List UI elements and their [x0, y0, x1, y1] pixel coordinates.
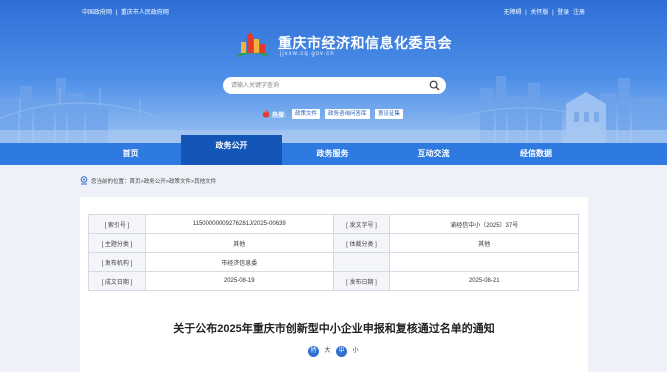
meta-value: 其他: [389, 233, 579, 253]
hot-chip-policy[interactable]: 政策文件: [292, 109, 321, 119]
emblem-logo-icon: [237, 32, 269, 58]
meta-value: [389, 252, 579, 272]
search-icon[interactable]: [429, 80, 440, 91]
font-size-small[interactable]: 小: [350, 346, 361, 357]
top-utility-bar: 中国政府网 | 重庆市人民政府网 无障碍 | 关怀版 | 登录 注册: [0, 7, 667, 19]
meta-key: [ 索引号 ]: [88, 214, 146, 234]
meta-key: [ 成文日期 ]: [88, 271, 146, 291]
meta-value: 2025-08-19: [144, 271, 334, 291]
site-title: 重庆市经济和信息化委员会: [278, 35, 452, 51]
nav-gov-affairs[interactable]: 政务公开: [181, 135, 282, 165]
font-size-medium[interactable]: 中: [336, 346, 347, 357]
meta-key: [ 主题分类 ]: [88, 233, 146, 253]
header-banner: [0, 0, 667, 143]
table-row: [ 成文日期 ] 2025-08-19 [ 发布日期 ] 2025-08-21: [88, 271, 579, 291]
link-accessibility[interactable]: 无障碍: [503, 10, 521, 16]
article-title: 关于公布2025年重庆市创新型中小企业申报和复核通过名单的通知: [173, 323, 495, 335]
main-nav: 首页 政务公开 政务服务 互动交流 经信数据: [0, 135, 667, 165]
font-size-extra-large[interactable]: 特: [308, 346, 319, 357]
link-gov-cn[interactable]: 中国政府网: [82, 10, 112, 16]
meta-value: 其他: [144, 233, 334, 253]
site-domain: jjxxw.cq.gov.cn: [280, 51, 335, 57]
meta-value: 2025-08-21: [389, 271, 579, 291]
table-row: [ 索引号 ] 11500000009276281J/2025-00639 [ …: [88, 214, 579, 234]
nav-gov-services[interactable]: 政务服务: [282, 143, 383, 165]
table-row: [ 发布机构 ] 市经济信息委: [88, 252, 579, 272]
meta-key: [ 发布日期 ]: [332, 271, 391, 291]
link-cq-gov[interactable]: 重庆市人民政府网: [121, 10, 169, 16]
search-bar: [223, 77, 446, 94]
nav-interaction[interactable]: 互动交流: [383, 143, 484, 165]
meta-key: [ 发文字号 ]: [332, 214, 391, 234]
separator: |: [525, 10, 527, 16]
flame-icon: [262, 109, 270, 118]
link-care-mode[interactable]: 关怀版: [530, 10, 548, 16]
font-size-large[interactable]: 大: [322, 346, 333, 357]
nav-data[interactable]: 经信数据: [484, 143, 588, 165]
city-skyline-illustration: [0, 76, 667, 143]
meta-key: [332, 252, 391, 272]
meta-key: [ 发布机构 ]: [88, 252, 146, 272]
meta-value: 渝经信中小〔2025〕37号: [389, 214, 579, 234]
link-login[interactable]: 登录: [557, 10, 569, 16]
article-panel: [ 索引号 ] 11500000009276281J/2025-00639 [ …: [80, 197, 588, 372]
hot-chip-feedback[interactable]: 意见征集: [375, 109, 404, 119]
separator: |: [552, 10, 554, 16]
meta-key: [ 体裁分类 ]: [332, 233, 391, 253]
nav-home[interactable]: 首页: [80, 143, 181, 165]
meta-value: 11500000009276281J/2025-00639: [144, 214, 334, 234]
link-register[interactable]: 注册: [573, 10, 585, 16]
hot-chip-qa[interactable]: 政务咨询问答库: [325, 109, 370, 119]
separator: |: [115, 10, 118, 16]
hot-search-label: 热搜:: [272, 113, 286, 119]
document-meta-table: [ 索引号 ] 11500000009276281J/2025-00639 [ …: [88, 214, 579, 291]
font-size-switcher: 特 大 中 小: [308, 346, 368, 358]
search-input[interactable]: [231, 79, 421, 92]
location-pin-icon: [80, 176, 88, 185]
breadcrumb-text[interactable]: 您当前的位置：首页>政务公开>政策文件>其他文件: [91, 177, 216, 185]
table-row: [ 主题分类 ] 其他 [ 体裁分类 ] 其他: [88, 233, 579, 253]
meta-value: 市经济信息委: [144, 252, 334, 272]
